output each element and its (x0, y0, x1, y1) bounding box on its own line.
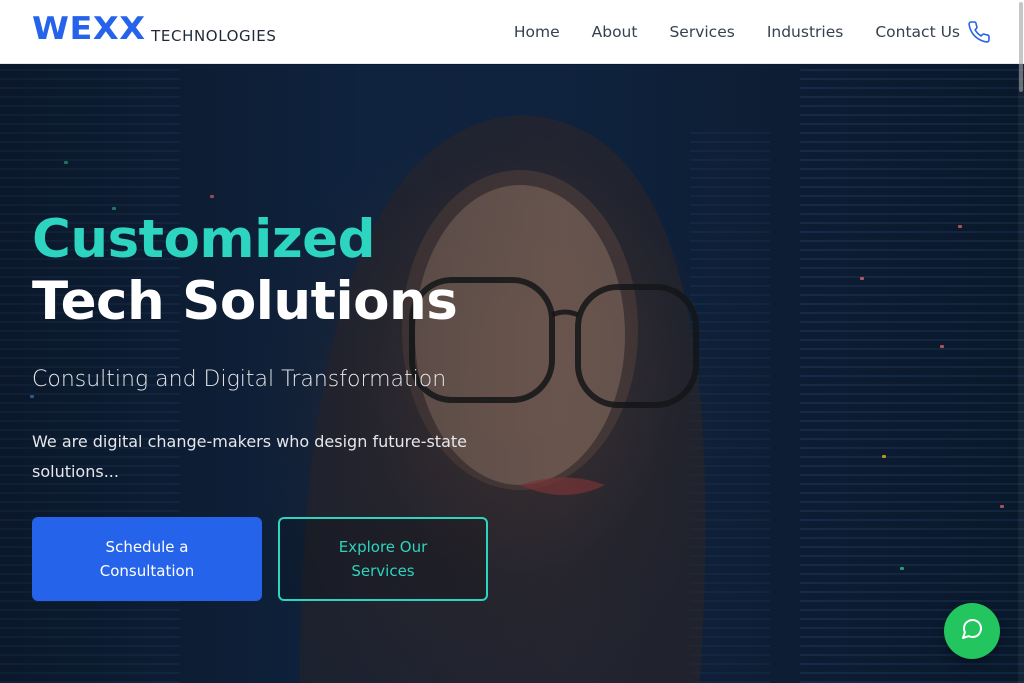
chat-button[interactable] (944, 603, 1000, 659)
brand-logo[interactable]: WEXX TECHNOLOGIES (32, 14, 276, 45)
chat-bubble-icon (960, 617, 984, 645)
nav-about[interactable]: About (592, 23, 638, 41)
hero-title-accent: Customized (32, 209, 376, 270)
brand-name: WEXX (32, 11, 146, 47)
schedule-consultation-button[interactable]: Schedule a Consultation (32, 517, 262, 601)
scrollbar-thumb[interactable] (1019, 2, 1023, 92)
nav-contact-us[interactable]: Contact Us (875, 23, 960, 41)
hero-title: Tech Solutions (32, 271, 458, 332)
brand-tagline: TECHNOLOGIES (151, 27, 277, 45)
hero-description: We are digital change-makers who design … (32, 432, 467, 481)
hero-section: Customized Tech Solutions Consulting and… (0, 65, 1024, 683)
nav-home[interactable]: Home (514, 23, 560, 41)
hero-subtitle: Consulting and Digital Transformation (32, 367, 447, 392)
page-scrollbar[interactable] (1018, 0, 1024, 683)
site-header: WEXX TECHNOLOGIES Home About Services In… (0, 0, 1024, 64)
phone-icon[interactable] (968, 20, 992, 44)
main-nav: Home About Services Industries Contact U… (482, 0, 960, 64)
nav-industries[interactable]: Industries (767, 23, 844, 41)
nav-services[interactable]: Services (669, 23, 734, 41)
explore-services-button[interactable]: Explore Our Services (278, 517, 488, 601)
